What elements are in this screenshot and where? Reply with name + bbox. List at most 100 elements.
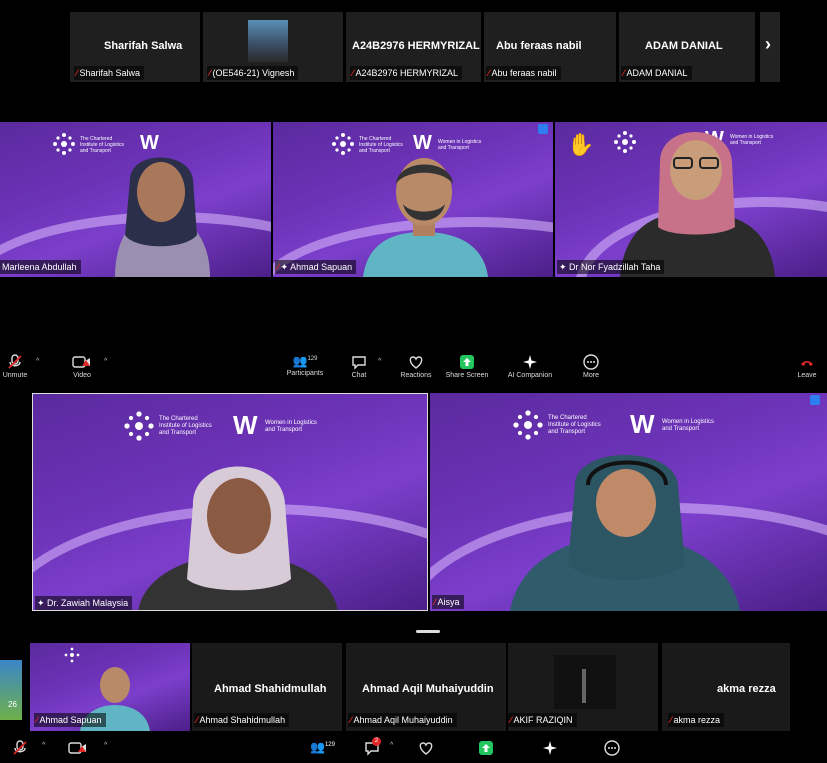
- cilt-logo-icon: [53, 133, 75, 155]
- leave-button[interactable]: Leave: [792, 354, 822, 379]
- chat-badge: 2: [372, 737, 381, 746]
- participant-tile[interactable]: A24B2976 HERMYRIZAL ⁄ A24B2976 HERMYRIZAL: [346, 12, 481, 82]
- cilt-logo-icon: [124, 411, 154, 441]
- participant-video: [620, 132, 775, 277]
- participant-tile[interactable]: Sharifah Salwa ⁄ Sharifah Salwa: [70, 12, 200, 82]
- side-number: 26: [8, 700, 17, 709]
- mic-off-icon: ⁄: [196, 715, 198, 725]
- chevron-up-icon[interactable]: ^: [36, 358, 39, 365]
- pin-icon: ✦: [559, 262, 570, 272]
- video-tile[interactable]: The Chartered Institute of Logistics and T…: [0, 122, 271, 277]
- meeting-toolbar-bottom: ^ ^ 👥129 2 ^: [0, 737, 827, 763]
- cilt-logo-text: The Chartered Institute of Logistics and T…: [159, 416, 212, 436]
- participant-name-label: ⁄ A24B2976 HERMYRIZAL: [350, 66, 463, 80]
- bottom-participant-strip: ⁄ Ahmad Sapuan Ahmad Shahidmullah ⁄ Ahmad …: [30, 643, 790, 731]
- raised-hand-icon: ✋: [567, 132, 595, 157]
- chevron-right-icon: ›: [765, 34, 771, 54]
- microphone-muted-icon[interactable]: [12, 740, 28, 756]
- chevron-up-icon[interactable]: ^: [104, 742, 107, 749]
- participant-name-label: ⁄ akma rezza: [668, 713, 725, 727]
- next-page-button[interactable]: ›: [760, 12, 780, 82]
- mic-off-icon: ⁄: [277, 262, 279, 272]
- ai-companion-button[interactable]: AI Companion: [502, 354, 558, 379]
- heart-icon[interactable]: [418, 740, 434, 756]
- more-icon: [583, 354, 599, 370]
- participant-tile[interactable]: ⁄ (OE546-21) Vignesh: [203, 12, 343, 82]
- microphone-muted-icon: [8, 354, 22, 369]
- chevron-up-icon[interactable]: ^: [104, 358, 107, 365]
- participant-tile[interactable]: Abu feraas nabil ⁄ Abu feraas nabil: [484, 12, 616, 82]
- participant-name-label: ✦ Dr. Zawiah Malaysia: [35, 596, 133, 610]
- participant-name-label: ⁄ Ahmad Sapuan: [34, 713, 106, 727]
- video-button[interactable]: Video: [64, 354, 100, 379]
- speaker-video-tile[interactable]: The Chartered Institute of Logistics and T…: [32, 393, 428, 611]
- pin-icon: ✦: [37, 598, 48, 608]
- mic-off-icon: ⁄: [623, 68, 625, 78]
- participant-video: [363, 158, 488, 277]
- video-tile[interactable]: The Chartered Institute of Logistics and T…: [273, 122, 553, 277]
- reactions-button[interactable]: Reactions: [394, 354, 438, 379]
- chat-button[interactable]: Chat: [344, 354, 374, 379]
- heart-icon: [409, 356, 423, 369]
- cilt-logo-text: The Chartered Institute of Logistics and T…: [548, 415, 601, 435]
- chevron-up-icon[interactable]: ^: [390, 742, 393, 749]
- participant-video-thumbnail: [554, 655, 616, 709]
- mic-off-icon: ⁄: [510, 715, 512, 725]
- side-panel-edge: 26: [0, 660, 22, 720]
- video-off-icon: [72, 356, 90, 368]
- wilat-logo-icon: W: [630, 409, 655, 439]
- participant-tile[interactable]: Ahmad Shahidmullah ⁄ Ahmad Shahidmullah: [192, 643, 342, 731]
- participant-video: [138, 466, 338, 610]
- mic-off-icon: ⁄: [76, 68, 78, 78]
- participant-display-name: Sharifah Salwa: [104, 40, 183, 52]
- participant-name-label: ⁄ Abu feraas nabil: [486, 66, 561, 80]
- participant-tile[interactable]: ⁄ Ahmad Sapuan: [30, 643, 190, 731]
- speaker-video-tile[interactable]: The Chartered Institute of Logistics and T…: [430, 393, 827, 611]
- mic-off-icon: ⁄: [36, 715, 38, 725]
- participant-name-label: ⁄ AKIF RAZIQIN: [508, 713, 577, 727]
- chat-icon[interactable]: 2: [364, 737, 381, 761]
- mic-off-icon: ⁄: [350, 715, 352, 725]
- participant-video: [115, 157, 210, 277]
- sparkle-icon[interactable]: [542, 740, 558, 756]
- participants-icon: 👥129: [292, 354, 318, 368]
- participant-name-label: ⁄ ✦ Ahmad Sapuan: [275, 260, 357, 274]
- participants-button[interactable]: 👥129 Participants: [280, 354, 330, 377]
- participant-name-label: ⁄ Sharifah Salwa: [74, 66, 145, 80]
- video-off-icon[interactable]: [68, 740, 88, 756]
- participant-name-label: ⁄ Aisya: [432, 595, 464, 609]
- participant-tile[interactable]: Ahmad Aqil Muhaiyuddin ⁄ Ahmad Aqil Muhai…: [346, 643, 506, 731]
- leave-icon: [801, 361, 813, 366]
- resize-drag-handle[interactable]: [416, 630, 440, 633]
- participant-tile[interactable]: akma rezza ⁄ akma rezza: [662, 643, 790, 731]
- mic-off-icon: ⁄: [434, 597, 436, 607]
- chevron-up-icon[interactable]: ^: [42, 742, 45, 749]
- unmute-button[interactable]: Unmute: [0, 354, 30, 379]
- cilt-logo-icon: [513, 410, 543, 440]
- top-participant-strip: Sharifah Salwa ⁄ Sharifah Salwa ⁄ (OE546-2…: [70, 12, 780, 84]
- mic-off-icon: ⁄: [670, 715, 672, 725]
- participants-icon[interactable]: 👥129: [310, 740, 335, 754]
- share-screen-icon[interactable]: [478, 740, 494, 756]
- participant-display-name: Ahmad Aqil Muhaiyuddin: [362, 683, 494, 695]
- wilat-logo-icon: W: [233, 410, 258, 440]
- more-icon[interactable]: [604, 740, 620, 756]
- participant-name-label: ⁄ Ahmad Shahidmullah: [194, 713, 290, 727]
- participant-display-name: akma rezza: [717, 683, 776, 695]
- video-tile[interactable]: ✋ W Women in Logisticsand Transport ✦ Dr…: [555, 122, 827, 277]
- mic-off-icon: ⁄: [209, 68, 211, 78]
- participant-display-name: Ahmad Shahidmullah: [214, 683, 327, 695]
- participant-display-name: ADAM DANIAL: [645, 40, 723, 52]
- participant-display-name: Abu feraas nabil: [496, 40, 582, 52]
- participant-name-label: ⁄ (OE546-21) Vignesh: [207, 66, 299, 80]
- share-screen-button[interactable]: Share Screen: [442, 354, 492, 379]
- more-button[interactable]: More: [576, 354, 606, 379]
- meeting-toolbar: Unmute ^ Video ^ 👥129 Participants Chat …: [0, 352, 827, 388]
- participant-name-label: ⁄ Ahmad Aqil Muhaiyuddin: [348, 713, 457, 727]
- participant-tile[interactable]: ⁄ AKIF RAZIQIN: [508, 643, 658, 731]
- spotlight-indicator-icon: [810, 395, 820, 405]
- spotlight-indicator-icon: [538, 124, 548, 134]
- chevron-up-icon[interactable]: ^: [378, 358, 381, 365]
- participant-video-thumbnail: [248, 20, 288, 62]
- participant-tile[interactable]: ADAM DANIAL ⁄ ADAM DANIAL: [619, 12, 755, 82]
